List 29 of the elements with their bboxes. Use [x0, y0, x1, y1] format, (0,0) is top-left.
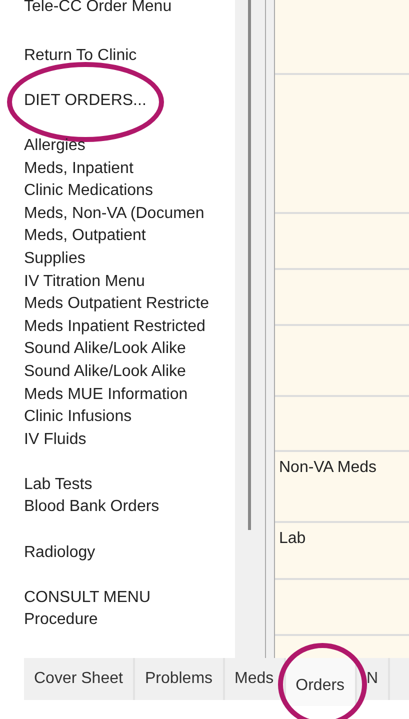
menu-item[interactable]: Sound Alike/Look Alike: [24, 360, 186, 384]
tab[interactable]: Cover Sheet: [24, 658, 135, 700]
menu-item[interactable]: Supplies: [24, 248, 86, 271]
section-label: Lab: [279, 530, 306, 547]
menu-item[interactable]: Clinic Infusions: [24, 406, 132, 429]
menu-item[interactable]: DIET ORDERS...: [24, 67, 146, 112]
menu-item[interactable]: IV Fluids: [24, 428, 86, 452]
menu-item[interactable]: Meds, Inpatient: [24, 158, 134, 180]
menu-item[interactable]: IV Titration Menu: [24, 270, 145, 294]
tab[interactable]: Orders: [286, 658, 357, 706]
menu-item[interactable]: Lab Tests: [24, 451, 92, 496]
section-label: Non-VA Meds: [279, 459, 377, 476]
splitter-bar[interactable]: [266, 0, 275, 658]
menu-item[interactable]: Meds MUE Information: [24, 384, 188, 406]
menu-item[interactable]: Meds Inpatient Restricted: [24, 316, 206, 338]
menu-item[interactable]: Clinic Medications: [24, 180, 153, 203]
menu-item[interactable]: Meds, Non-VA (Documen: [24, 202, 204, 226]
menu-item[interactable]: Meds, Outpatient: [24, 225, 146, 248]
menu-item[interactable]: Allergies: [24, 112, 86, 158]
scrollbar-thumb[interactable]: [248, 0, 252, 530]
menu-item[interactable]: Return To Clinic: [24, 22, 137, 68]
tab[interactable]: N: [356, 658, 390, 700]
menu-item[interactable]: Meds Outpatient Restricte: [24, 293, 209, 316]
menu-item[interactable]: Blood Bank Orders: [24, 496, 160, 520]
menu-item[interactable]: CONSULT MENU: [24, 564, 151, 610]
menu-item[interactable]: Radiology: [24, 519, 96, 564]
tab[interactable]: Problems: [134, 658, 225, 700]
menu-item[interactable]: Sound Alike/Look Alike: [24, 338, 186, 361]
menu-item[interactable]: Procedure: [24, 609, 98, 632]
